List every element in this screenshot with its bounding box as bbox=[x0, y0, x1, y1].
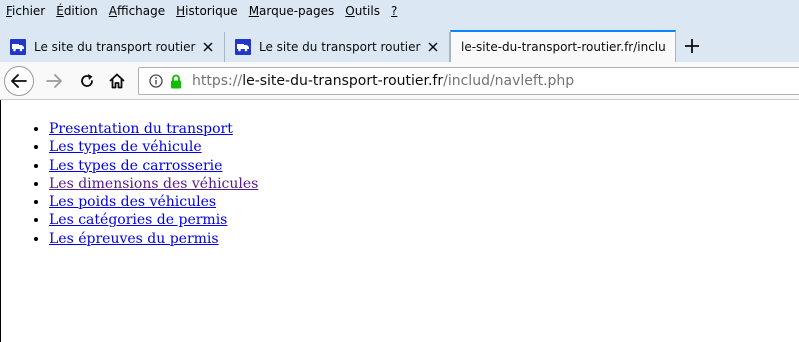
tab-strip: Le site du transport routier Le site du … bbox=[0, 22, 799, 62]
tab-title: Le site du transport routier bbox=[34, 40, 196, 54]
truck-favicon-icon bbox=[235, 39, 251, 55]
list-item: Les types de véhicule bbox=[49, 138, 258, 156]
reload-icon bbox=[81, 74, 93, 87]
link-types-carrosserie[interactable]: Les types de carrosserie bbox=[49, 158, 222, 174]
close-icon[interactable] bbox=[423, 37, 443, 57]
tab-2[interactable]: Le site du transport routier bbox=[225, 32, 450, 62]
tab-title: le-site-du-transport-routier.fr/inclu bbox=[461, 40, 666, 54]
lock-icon[interactable] bbox=[170, 74, 182, 89]
list-item: Les poids des véhicules bbox=[49, 193, 258, 211]
nav-link-list: Presentation du transport Les types de v… bbox=[1, 120, 258, 248]
link-epreuves-permis[interactable]: Les épreuves du permis bbox=[49, 231, 219, 247]
link-presentation-transport[interactable]: Presentation du transport bbox=[49, 121, 233, 137]
home-icon bbox=[109, 73, 125, 89]
home-button[interactable] bbox=[104, 69, 130, 93]
plus-icon bbox=[685, 39, 699, 53]
menu-help[interactable]: ? bbox=[385, 0, 402, 22]
tab-title: Le site du transport routier bbox=[259, 40, 421, 54]
url-bar[interactable]: https://le-site-du-transport-routier.fr/… bbox=[138, 67, 799, 95]
url-text[interactable]: https://le-site-du-transport-routier.fr/… bbox=[192, 73, 574, 89]
tab-1[interactable]: Le site du transport routier bbox=[0, 32, 225, 62]
menu-historique[interactable]: Historique bbox=[170, 0, 243, 22]
link-dimensions-vehicules[interactable]: Les dimensions des véhicules bbox=[49, 176, 258, 192]
menu-bar: Fichier Édition Affichage Historique Mar… bbox=[0, 0, 799, 22]
back-button[interactable] bbox=[4, 66, 34, 96]
link-poids-vehicules[interactable]: Les poids des véhicules bbox=[49, 194, 216, 210]
menu-outils[interactable]: Outils bbox=[339, 0, 385, 22]
link-types-vehicule[interactable]: Les types de véhicule bbox=[49, 139, 202, 155]
list-item: Les épreuves du permis bbox=[49, 230, 258, 248]
link-categories-permis[interactable]: Les catégories de permis bbox=[49, 212, 227, 228]
list-item: Les catégories de permis bbox=[49, 211, 258, 229]
forward-button[interactable] bbox=[41, 69, 67, 93]
page-content: Presentation du transport Les types de v… bbox=[0, 100, 799, 342]
info-icon[interactable] bbox=[149, 74, 163, 88]
reload-button[interactable] bbox=[74, 69, 100, 93]
menu-affichage[interactable]: Affichage bbox=[103, 0, 170, 22]
close-icon[interactable] bbox=[198, 37, 218, 57]
forward-arrow-icon bbox=[46, 74, 62, 88]
menu-edition[interactable]: Édition bbox=[50, 0, 103, 22]
menu-marque-pages[interactable]: Marque-pages bbox=[243, 0, 340, 22]
list-item: Les types de carrosserie bbox=[49, 157, 258, 175]
list-item: Les dimensions des véhicules bbox=[49, 175, 258, 193]
truck-favicon-icon bbox=[10, 39, 26, 55]
tab-3-selected[interactable]: le-site-du-transport-routier.fr/inclu bbox=[450, 30, 676, 62]
navigation-bar: https://le-site-du-transport-routier.fr/… bbox=[0, 62, 799, 100]
list-item: Presentation du transport bbox=[49, 120, 258, 138]
menu-fichier[interactable]: Fichier bbox=[0, 0, 50, 22]
new-tab-button[interactable] bbox=[680, 34, 704, 58]
back-arrow-icon bbox=[11, 74, 27, 88]
